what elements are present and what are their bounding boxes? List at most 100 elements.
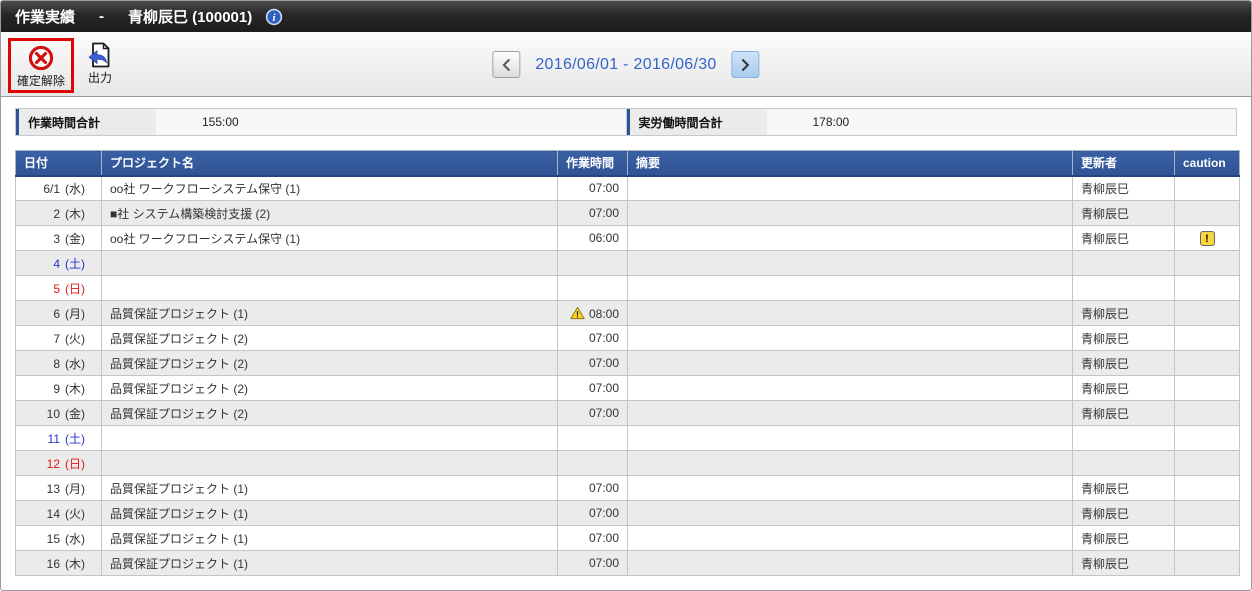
project-cell: ■社 システム構築検討支援 (2): [101, 200, 558, 226]
table-row[interactable]: 8 (水) 品質保証プロジェクト (2) 07:00 青柳辰巳: [15, 350, 1240, 376]
column-header-worktime: 作業時間: [557, 150, 628, 177]
worktime-cell: 07:00: [557, 400, 628, 426]
caution-icon[interactable]: !: [1199, 230, 1215, 246]
caution-cell: !: [1174, 225, 1240, 251]
table-row[interactable]: 16 (木) 品質保証プロジェクト (1) 07:00 青柳辰巳: [15, 550, 1240, 576]
caution-cell: [1174, 250, 1240, 276]
unconfirm-button[interactable]: 確定解除: [11, 41, 71, 90]
caution-cell: [1174, 350, 1240, 376]
table-row[interactable]: 5 (日): [15, 275, 1240, 301]
caution-cell: [1174, 200, 1240, 226]
note-cell: [627, 250, 1073, 276]
updater-cell: 青柳辰巳: [1072, 350, 1175, 376]
note-cell: [627, 175, 1073, 201]
caution-cell: [1174, 400, 1240, 426]
column-header-caution: caution: [1174, 150, 1240, 177]
note-cell: [627, 525, 1073, 551]
actual-total-cell: 実労働時間合計 178:00: [625, 109, 1237, 135]
chevron-left-icon: [502, 58, 511, 71]
caution-cell: [1174, 550, 1240, 576]
column-header-note: 摘要: [627, 150, 1073, 177]
worktime-cell: 07:00: [557, 325, 628, 351]
date-cell: 6 (月): [15, 300, 102, 326]
table-row[interactable]: 4 (土): [15, 250, 1240, 276]
date-cell: 8 (水): [15, 350, 102, 376]
toolbar: 確定解除 出力 2016/06/01 - 2016/06/30: [1, 32, 1251, 97]
summary-strip: 作業時間合計 155:00 実労働時間合計 178:00: [15, 108, 1237, 136]
table-row[interactable]: 10 (金) 品質保証プロジェクト (2) 07:00 青柳辰巳: [15, 400, 1240, 426]
info-icon[interactable]: i: [265, 8, 283, 26]
app-window: 作業実績 - 青柳辰巳 (100001) i 確定解除 出力 2016/06/0…: [0, 0, 1252, 591]
unconfirm-button-highlight: 確定解除: [8, 38, 75, 93]
caution-cell: [1174, 500, 1240, 526]
unconfirm-x-circle-icon: [27, 44, 55, 72]
updater-cell: [1072, 450, 1175, 476]
project-cell: 品質保証プロジェクト (2): [101, 350, 558, 376]
titlebar: 作業実績 - 青柳辰巳 (100001) i: [1, 1, 1251, 32]
note-cell: [627, 350, 1073, 376]
table-row[interactable]: 13 (月) 品質保証プロジェクト (1) 07:00 青柳辰巳: [15, 475, 1240, 501]
worktime-cell: [557, 250, 628, 276]
updater-cell: [1072, 250, 1175, 276]
date-cell: 14 (火): [15, 500, 102, 526]
table-header-row: 日付 プロジェクト名 作業時間 摘要 更新者 caution: [15, 150, 1240, 177]
work-total-value: 155:00: [202, 115, 239, 129]
table-row[interactable]: 12 (日): [15, 450, 1240, 476]
work-total-label: 作業時間合計: [16, 109, 156, 135]
updater-cell: 青柳辰巳: [1072, 525, 1175, 551]
date-cell: 6/1 (水): [15, 175, 102, 201]
updater-cell: 青柳辰巳: [1072, 325, 1175, 351]
date-range-label: 2016/06/01 - 2016/06/30: [535, 55, 717, 73]
worktime-cell: [557, 450, 628, 476]
worktime-cell: ! 08:00: [557, 300, 628, 326]
caution-cell: [1174, 450, 1240, 476]
worklog-table-body: 6/1 (水) oo社 ワークフローシステム保守 (1) 07:00 青柳辰巳 2 (木) ■…: [15, 175, 1240, 576]
table-row[interactable]: 15 (水) 品質保証プロジェクト (1) 07:00 青柳辰巳: [15, 525, 1240, 551]
worktime-cell: 07:00: [557, 550, 628, 576]
table-row[interactable]: 14 (火) 品質保証プロジェクト (1) 07:00 青柳辰巳: [15, 500, 1240, 526]
export-label: 出力: [88, 71, 113, 85]
note-cell: [627, 450, 1073, 476]
updater-cell: 青柳辰巳: [1072, 550, 1175, 576]
note-cell: [627, 500, 1073, 526]
note-cell: [627, 550, 1073, 576]
table-row[interactable]: 2 (木) ■社 システム構築検討支援 (2) 07:00 青柳辰巳: [15, 200, 1240, 226]
note-cell: [627, 425, 1073, 451]
project-cell: 品質保証プロジェクト (1): [101, 300, 558, 326]
table-row[interactable]: 9 (木) 品質保証プロジェクト (2) 07:00 青柳辰巳: [15, 375, 1240, 401]
column-header-updater: 更新者: [1072, 150, 1175, 177]
date-cell: 4 (土): [15, 250, 102, 276]
table-row[interactable]: 6 (月) 品質保証プロジェクト (1)! 08:00 青柳辰巳: [15, 300, 1240, 326]
actual-total-value: 178:00: [812, 115, 850, 129]
date-nav: 2016/06/01 - 2016/06/30: [492, 51, 760, 78]
caution-cell: [1174, 475, 1240, 501]
actual-total-label: 実労働時間合計: [626, 109, 767, 135]
prev-period-button[interactable]: [492, 51, 521, 78]
table-row[interactable]: 7 (火) 品質保証プロジェクト (2) 07:00 青柳辰巳: [15, 325, 1240, 351]
next-period-button[interactable]: [731, 51, 760, 78]
project-cell: [101, 250, 558, 276]
project-cell: oo社 ワークフローシステム保守 (1): [101, 225, 558, 251]
table-row[interactable]: 11 (土): [15, 425, 1240, 451]
column-header-project: プロジェクト名: [101, 150, 558, 177]
date-cell: 16 (木): [15, 550, 102, 576]
note-cell: [627, 325, 1073, 351]
chevron-right-icon: [741, 58, 750, 71]
project-cell: [101, 275, 558, 301]
date-cell: 10 (金): [15, 400, 102, 426]
export-button[interactable]: 出力: [80, 38, 120, 87]
note-cell: [627, 475, 1073, 501]
date-cell: 7 (火): [15, 325, 102, 351]
date-cell: 3 (金): [15, 225, 102, 251]
content-area: 作業時間合計 155:00 実労働時間合計 178:00 日付 プロジェクト名 …: [1, 97, 1251, 576]
worktime-cell: 07:00: [557, 500, 628, 526]
updater-cell: 青柳辰巳: [1072, 500, 1175, 526]
updater-cell: 青柳辰巳: [1072, 175, 1175, 201]
project-cell: 品質保証プロジェクト (1): [101, 500, 558, 526]
table-row[interactable]: 6/1 (水) oo社 ワークフローシステム保守 (1) 07:00 青柳辰巳: [15, 175, 1240, 201]
project-cell: [101, 450, 558, 476]
date-cell: 2 (木): [15, 200, 102, 226]
table-row[interactable]: 3 (金) oo社 ワークフローシステム保守 (1) 06:00 青柳辰巳!: [15, 225, 1240, 251]
caution-cell: [1174, 525, 1240, 551]
date-cell: 11 (土): [15, 425, 102, 451]
